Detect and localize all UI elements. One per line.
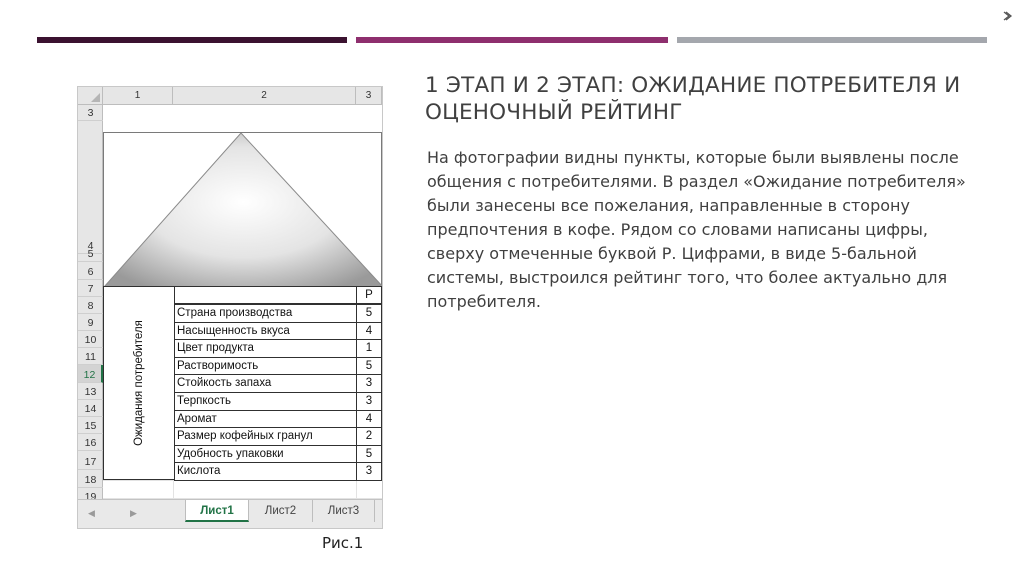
row-header[interactable]: 9 — [78, 314, 103, 331]
row-header[interactable]: 15 — [78, 417, 103, 434]
table-row-rating[interactable]: 5 — [356, 304, 382, 323]
chevron-right-icon[interactable] — [1001, 10, 1013, 22]
table-row-rating[interactable]: 1 — [356, 339, 382, 358]
row-header[interactable]: 14 — [78, 400, 103, 417]
row-header[interactable]: 7 — [78, 280, 103, 297]
table-row-label[interactable]: Размер кофейных гранул — [174, 427, 357, 446]
row-header[interactable]: 6 — [78, 262, 103, 280]
row-header[interactable]: 13 — [78, 383, 103, 400]
row-header[interactable]: 12 — [78, 365, 103, 383]
table-row-label[interactable]: Удобность упаковки — [174, 444, 357, 464]
accent-bar-magenta — [356, 37, 668, 43]
rating-header-cell[interactable]: Р — [356, 286, 382, 304]
row-header[interactable]: 17 — [78, 451, 103, 470]
figure-caption: Рис.1 — [322, 534, 364, 552]
row-header[interactable]: 3 — [78, 105, 103, 121]
table-row-rating[interactable]: 3 — [356, 392, 382, 411]
vertical-label: Ожидания потребителя — [133, 320, 145, 446]
table-row-rating[interactable]: 4 — [356, 321, 382, 341]
sheet-tab-3[interactable]: Лист3 — [313, 500, 375, 522]
next-sheet-icon[interactable]: ▶ — [130, 508, 137, 519]
vertical-label-cell[interactable]: Ожидания потребителя — [103, 286, 174, 480]
column-header[interactable]: 1 — [103, 87, 173, 105]
table-row-rating[interactable]: 5 — [356, 444, 382, 464]
accent-bar-gray — [677, 37, 987, 43]
row-header[interactable]: 18 — [78, 470, 103, 488]
slide-title: 1 этап и 2 этап: Ожидание потребителя и … — [425, 73, 961, 125]
row-headers: 3 4 5 6 7 8 9 10 11 12 13 14 15 16 17 18 19 — [78, 105, 103, 505]
table-row-label[interactable]: Терпкость — [174, 392, 357, 411]
triangle-shape — [104, 133, 382, 287]
table-row-rating[interactable]: 5 — [356, 356, 382, 376]
cell-grid: Ожидания потребителя Р Страна производст… — [103, 105, 382, 499]
column-headers: 1 2 3 — [103, 87, 382, 105]
column-header[interactable]: 3 — [356, 87, 382, 105]
row-header[interactable]: 4 — [78, 121, 103, 254]
prev-sheet-icon[interactable]: ◀ — [88, 508, 95, 519]
table-row-label[interactable]: Кислота — [174, 462, 357, 481]
table-row-label[interactable]: Страна производства — [174, 304, 357, 323]
table-row-label[interactable]: Насыщенность вкуса — [174, 321, 357, 341]
sheet-tab-2[interactable]: Лист2 — [249, 500, 313, 522]
row-header[interactable]: 11 — [78, 348, 103, 365]
sheet-tab-1[interactable]: Лист1 — [185, 500, 249, 522]
spreadsheet-screenshot: 1 2 3 3 4 5 6 7 8 9 10 11 12 13 14 15 16 17 18 19 — [77, 86, 383, 529]
table-row-rating[interactable]: 3 — [356, 374, 382, 393]
table-row-rating[interactable]: 3 — [356, 462, 382, 481]
sheet-tab-bar: ◀ ▶ Лист1 Лист2 Лист3 — [78, 499, 382, 528]
blank-header-cell[interactable] — [174, 286, 357, 304]
row-header[interactable]: 10 — [78, 331, 103, 348]
table-row-label[interactable]: Цвет продукта — [174, 339, 357, 358]
row-header[interactable]: 8 — [78, 297, 103, 314]
table-row-label[interactable]: Растворимость — [174, 356, 357, 376]
row-header[interactable]: 5 — [78, 248, 103, 262]
table-row-rating[interactable]: 2 — [356, 427, 382, 446]
select-all-corner[interactable] — [78, 87, 103, 105]
accent-bar-dark — [37, 37, 347, 43]
table-row-label[interactable]: Стойкость запаха — [174, 374, 357, 393]
slide-body-text: На фотографии видны пункты, которые были… — [427, 148, 966, 311]
triangle-shape-area — [103, 132, 382, 287]
column-header[interactable]: 2 — [173, 87, 356, 105]
table-row-label[interactable]: Аромат — [174, 409, 357, 429]
expectations-table: Ожидания потребителя Р Страна производст… — [103, 286, 382, 481]
table-row-rating[interactable]: 4 — [356, 409, 382, 429]
row-header[interactable]: 16 — [78, 434, 103, 451]
